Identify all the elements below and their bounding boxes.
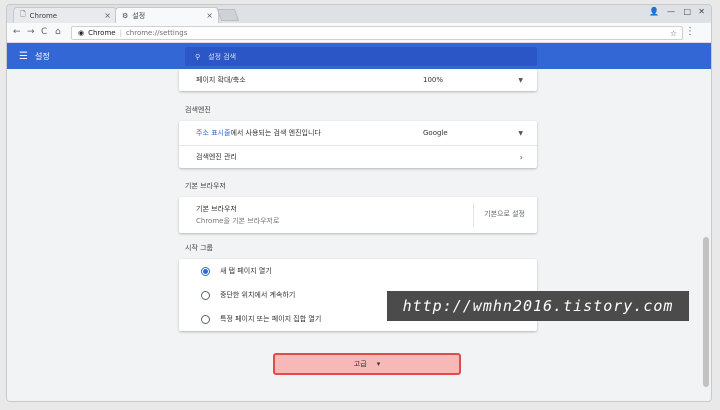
search-engine-row[interactable]: 주소 표시줄에서 사용되는 검색 엔진입니다 Google ▼ [179,121,537,145]
radio-unselected[interactable] [201,290,210,300]
new-tab-button[interactable] [216,9,240,21]
search-placeholder: 설정 검색 [208,52,237,61]
search-engine-description: 에서 사용되는 검색 엔진입니다 [230,129,321,137]
make-default-button[interactable]: 기본으로 설정 [484,209,525,219]
close-tab-icon[interactable]: × [104,11,111,20]
settings-header: ☰ 설정 ⚲ 설정 검색 [7,43,711,69]
search-icon: ⚲ [195,52,201,61]
advanced-label: 고급 [353,360,367,368]
page-zoom-value: 100% [423,76,444,84]
startup-section-title: 시작 그룹 [185,244,213,252]
chevron-down-icon: ▾ [376,360,381,368]
address-bar[interactable]: ◉ Chrome | chrome://settings ☆ [71,26,683,40]
watermark: http://wmhn2016.tistory.com [387,291,689,321]
startup-option-label: 중단한 위치에서 계속하기 [220,291,296,299]
url-text: chrome://settings [125,29,188,37]
close-window-icon[interactable]: ✕ [698,7,705,16]
tab-settings[interactable]: ⚙ 설정 × [115,7,219,23]
bookmark-star-icon[interactable]: ☆ [670,29,677,38]
page-zoom-row[interactable]: 페이지 확대/축소 100% ▼ [179,69,537,91]
minimize-icon[interactable]: — [667,7,675,16]
scrollbar[interactable] [703,77,709,397]
tab-title: 설정 [132,11,146,20]
search-engine-value: Google [423,129,448,137]
startup-option-new-tab[interactable]: 새 탭 페이지 열기 [179,259,537,283]
default-browser-title: 기본 브라우저 [196,205,237,213]
page-zoom-label: 페이지 확대/축소 [196,76,246,84]
scrollbar-thumb[interactable] [703,237,709,387]
home-icon[interactable]: ⌂ [55,27,61,37]
user-icon[interactable]: 👤 [649,7,659,16]
divider [473,203,474,227]
manage-search-engines-label: 검색엔진 관리 [196,153,237,161]
settings-search-input[interactable]: ⚲ 설정 검색 [185,47,537,66]
chevron-right-icon: › [519,152,523,162]
chevron-down-icon: ▼ [518,129,523,137]
settings-content: 페이지 확대/축소 100% ▼ 검색엔진 주소 표시줄에서 사용되는 검색 엔… [7,69,711,401]
tab-title: Chrome [29,11,58,20]
advanced-button[interactable]: 고급 ▾ [273,353,461,375]
startup-option-label: 특정 페이지 또는 페이지 집합 열기 [220,315,322,323]
search-engine-section-title: 검색엔진 [185,106,211,114]
startup-option-label: 새 탭 페이지 열기 [220,267,272,275]
appearance-card: 페이지 확대/축소 100% ▼ [179,69,537,91]
page-title: 설정 [35,52,50,61]
tab-strip: 🗋 Chrome × ⚙ 설정 × 👤 — □ ✕ [7,5,711,23]
browser-window: 🗋 Chrome × ⚙ 설정 × 👤 — □ ✕ ← → C ⌂ ◉ Chro… [6,4,712,402]
default-browser-card: 기본 브라우저 Chrome을 기본 브라우저로 기본으로 설정 [179,197,537,233]
chrome-icon: ◉ [78,29,85,37]
forward-icon[interactable]: → [27,27,35,37]
reload-icon[interactable]: C [41,27,47,37]
chevron-down-icon: ▼ [518,76,523,84]
default-browser-section-title: 기본 브라우저 [185,182,226,190]
hamburger-menu-icon[interactable]: ☰ [19,51,28,62]
separator: | [119,29,122,37]
maximize-icon[interactable]: □ [683,7,691,16]
radio-selected[interactable] [201,266,210,276]
toolbar: ← → C ⌂ ◉ Chrome | chrome://settings ☆ ⋮ [7,23,711,43]
manage-search-engines-row[interactable]: 검색엔진 관리 › [179,145,537,168]
default-browser-subtitle: Chrome을 기본 브라우저로 [196,217,280,225]
menu-icon[interactable]: ⋮ [685,26,695,37]
gear-icon: ⚙ [122,11,129,20]
search-engine-card: 주소 표시줄에서 사용되는 검색 엔진입니다 Google ▼ 검색엔진 관리 … [179,121,537,168]
back-icon[interactable]: ← [13,27,21,37]
radio-unselected[interactable] [201,314,210,324]
page-icon: 🗋 [20,10,26,18]
address-bar-link[interactable]: 주소 표시줄 [196,129,230,137]
search-engine-text: 주소 표시줄에서 사용되는 검색 엔진입니다 [196,128,321,138]
default-browser-row: 기본 브라우저 Chrome을 기본 브라우저로 기본으로 설정 [179,197,537,233]
tab-chrome[interactable]: 🗋 Chrome × [13,7,117,23]
site-name: Chrome [88,29,116,37]
close-tab-icon[interactable]: × [206,11,213,20]
